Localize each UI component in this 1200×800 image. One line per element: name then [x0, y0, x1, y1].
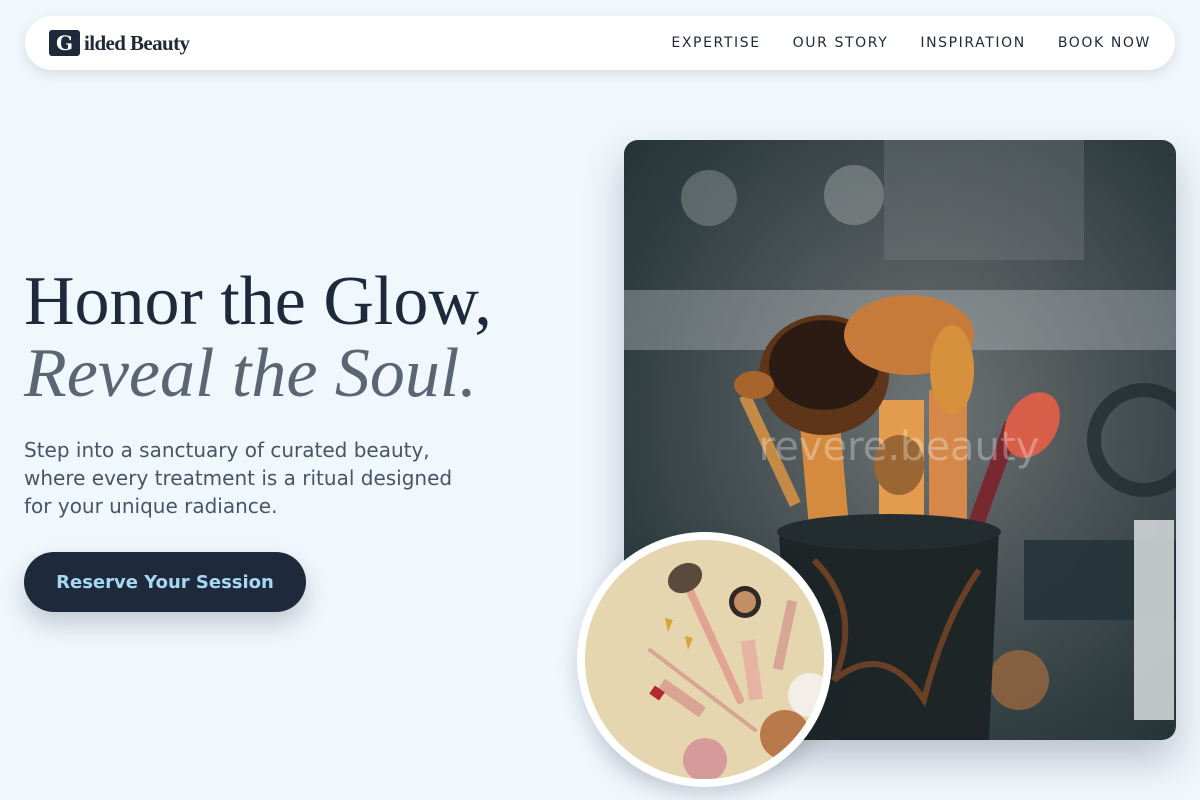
- hero-title-line2: Reveal the Soul.: [24, 335, 477, 412]
- hero-title-line1: Honor the Glow,: [24, 263, 492, 340]
- hero-title: Honor the Glow, Reveal the Soul.: [24, 266, 492, 410]
- photo-watermark: revere.beauty: [759, 424, 1040, 470]
- nav-link-expertise[interactable]: EXPERTISE: [671, 35, 760, 51]
- brand-mark-icon: G: [49, 30, 80, 56]
- hero-subtitle: Step into a sanctuary of curated beauty,…: [24, 438, 453, 518]
- nav-link-our-story[interactable]: OUR STORY: [793, 35, 889, 51]
- flatlay-illustration: [585, 540, 824, 779]
- brand-name: ilded Beauty: [84, 30, 190, 55]
- nav-link-book-now[interactable]: BOOK NOW: [1058, 35, 1151, 51]
- brand-logo[interactable]: G ilded Beauty: [49, 30, 190, 56]
- top-nav-bar: G ilded Beauty EXPERTISE OUR STORY INSPI…: [25, 16, 1175, 70]
- reserve-session-button[interactable]: Reserve Your Session: [24, 552, 306, 612]
- nav-links: EXPERTISE OUR STORY INSPIRATION BOOK NOW: [671, 35, 1151, 51]
- makeup-flatlay-photo: [577, 532, 832, 787]
- nav-link-inspiration[interactable]: INSPIRATION: [920, 35, 1025, 51]
